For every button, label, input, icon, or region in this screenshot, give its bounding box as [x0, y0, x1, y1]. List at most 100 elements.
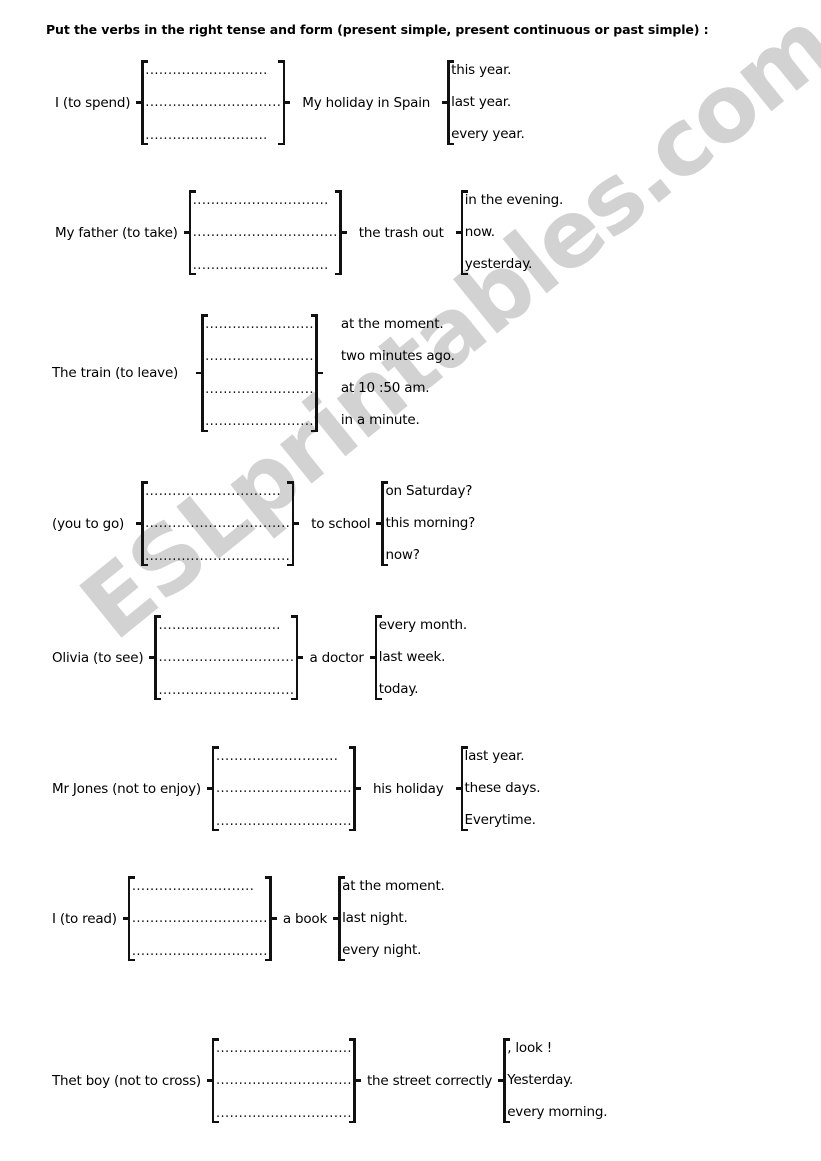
exercise-row-2: My father (to take) ....................…: [55, 190, 563, 275]
option-stack: last year. these days. Everytime.: [465, 749, 541, 828]
blank-brace-close: [291, 615, 304, 700]
page-title: Put the verbs in the right tense and for…: [46, 22, 709, 37]
blank-stack: ........................... ............…: [216, 750, 352, 828]
option-item[interactable]: last year.: [465, 749, 541, 764]
blank-line[interactable]: ...........................: [132, 880, 268, 893]
exercise-row-4: (you to go) ............................…: [52, 481, 475, 566]
exercise-row-5: Olivia (to see) ........................…: [52, 615, 467, 700]
blank-brace-open: [122, 876, 135, 961]
blank-line[interactable]: ..............................: [216, 1107, 352, 1120]
blank-line[interactable]: ..............................: [193, 194, 338, 207]
blank-line[interactable]: ................................: [145, 517, 290, 530]
blank-line[interactable]: ..............................: [145, 96, 281, 109]
middle-phrase: My holiday in Spain: [302, 94, 431, 111]
option-item[interactable]: Everytime.: [465, 813, 541, 828]
blank-stack: ........................... ............…: [145, 64, 281, 142]
blank-brace-close: [348, 1038, 361, 1123]
blank-brace-close: [278, 60, 291, 145]
worksheet-page: Put the verbs in the right tense and for…: [0, 0, 821, 1161]
blank-line[interactable]: ........................: [205, 350, 314, 363]
option-item[interactable]: at 10 :50 am.: [341, 382, 455, 396]
blank-brace-open: [183, 190, 196, 275]
blank-stack: ........................... ............…: [158, 619, 294, 697]
middle-phrase: a doctor: [309, 649, 364, 666]
option-item[interactable]: today.: [379, 682, 467, 697]
option-item[interactable]: every year.: [451, 127, 525, 142]
option-item[interactable]: Yesterday.: [507, 1073, 607, 1088]
subject-label: Olivia (to see): [52, 649, 144, 666]
option-item[interactable]: last year.: [451, 95, 524, 110]
option-stack: in the evening. now. yesterday.: [465, 193, 564, 272]
middle-phrase: his holiday: [372, 780, 444, 797]
blank-brace-close: [348, 746, 361, 831]
blank-line[interactable]: ..............................: [216, 815, 352, 828]
blank-line[interactable]: ...........................: [145, 129, 281, 142]
blank-line[interactable]: ...........................: [216, 750, 352, 763]
option-brace-open: [442, 60, 455, 145]
option-item[interactable]: now.: [465, 225, 563, 240]
blank-line[interactable]: ..............................: [145, 485, 290, 498]
subject-label: I (to spend): [55, 94, 131, 111]
subject-label: I (to read): [52, 910, 117, 927]
option-brace-open: [455, 746, 468, 831]
option-item[interactable]: this morning?: [385, 516, 475, 531]
blank-line[interactable]: ........................: [205, 415, 314, 428]
option-stack: at the moment. two minutes ago. at 10 :5…: [341, 317, 455, 428]
blank-brace-close: [287, 481, 300, 566]
option-item[interactable]: every month.: [379, 618, 467, 633]
blank-line[interactable]: ..............................: [132, 912, 268, 925]
blank-brace-open: [149, 615, 162, 700]
option-item[interactable]: this year.: [451, 63, 524, 78]
subject-label: Thet boy (not to cross): [52, 1072, 201, 1089]
blank-line[interactable]: ..............................: [216, 1074, 352, 1087]
blank-line[interactable]: ................................: [145, 550, 290, 563]
blank-stack: ........................ ...............…: [205, 318, 314, 428]
exercise-row-3: The train (to leave) ...................…: [52, 314, 455, 432]
exercise-row-7: I (to read) ........................... …: [52, 876, 445, 961]
blank-stack: .............................. .........…: [193, 194, 338, 272]
blank-brace-open: [206, 1038, 219, 1123]
option-item[interactable]: at the moment.: [342, 879, 445, 894]
blank-brace-close: [264, 876, 277, 961]
option-item[interactable]: yesterday.: [465, 257, 563, 272]
blank-line[interactable]: ..............................: [158, 651, 294, 664]
middle-phrase: to school: [311, 515, 371, 532]
option-item[interactable]: two minutes ago.: [341, 350, 455, 364]
blank-line[interactable]: ........................: [205, 383, 314, 396]
option-item[interactable]: , look !: [507, 1041, 607, 1056]
blank-line[interactable]: ................................: [193, 226, 338, 239]
option-item[interactable]: in the evening.: [465, 193, 564, 208]
option-item[interactable]: last week.: [379, 650, 467, 665]
blank-brace-open: [206, 746, 219, 831]
option-stack: every month. last week. today.: [379, 618, 467, 697]
blank-line[interactable]: ..............................: [132, 945, 268, 958]
blank-line[interactable]: ..............................: [216, 1042, 352, 1055]
blank-line[interactable]: ........................: [205, 318, 314, 331]
subject-label: Mr Jones (not to enjoy): [52, 780, 201, 797]
option-item[interactable]: now?: [385, 548, 475, 563]
option-stack: , look ! Yesterday. every morning.: [507, 1041, 607, 1120]
blank-brace-open: [136, 60, 149, 145]
option-stack: at the moment. last night. every night.: [342, 879, 445, 958]
middle-phrase: the trash out: [358, 224, 444, 241]
middle-phrase: the street correctly: [366, 1072, 493, 1089]
blank-brace-open: [136, 481, 149, 566]
blank-line[interactable]: ...........................: [158, 619, 294, 632]
blank-line[interactable]: ..............................: [193, 259, 338, 272]
blank-line[interactable]: ...........................: [145, 64, 281, 77]
option-item[interactable]: these days.: [465, 781, 541, 796]
option-item[interactable]: in a minute.: [341, 414, 455, 428]
blank-line[interactable]: ..............................: [158, 684, 294, 697]
blank-stack: .............................. .........…: [145, 485, 290, 563]
option-item[interactable]: on Saturday?: [385, 484, 475, 499]
blank-brace-close: [310, 314, 323, 432]
option-item[interactable]: every morning.: [507, 1105, 607, 1120]
option-stack: this year. last year. every year.: [451, 63, 525, 142]
option-item[interactable]: at the moment.: [341, 317, 455, 332]
blank-line[interactable]: ..............................: [216, 782, 352, 795]
subject-label: The train (to leave): [52, 365, 179, 381]
option-item[interactable]: every night.: [342, 943, 445, 958]
option-stack: on Saturday? this morning? now?: [385, 484, 475, 563]
option-item[interactable]: last night.: [342, 911, 445, 926]
option-brace-open: [455, 190, 468, 275]
